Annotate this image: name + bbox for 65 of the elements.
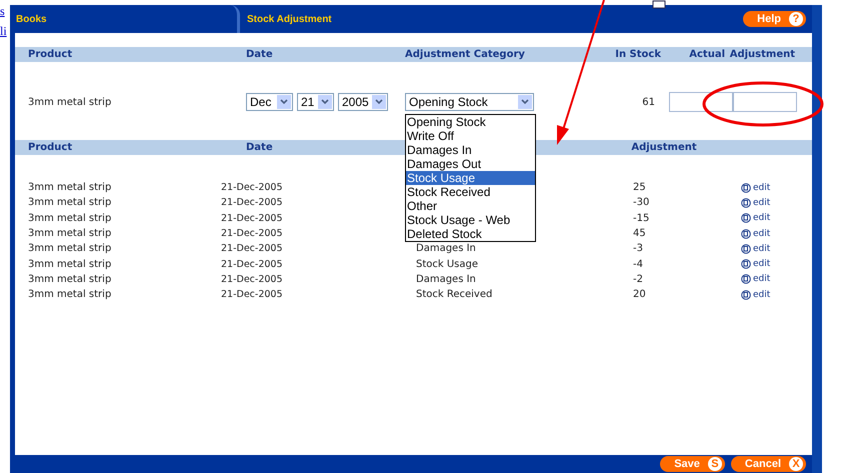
- edit-link[interactable]: edit: [741, 182, 770, 193]
- product-cell-text: 3mm metal strip: [27, 228, 112, 240]
- edit-link[interactable]: edit: [741, 274, 770, 284]
- column-header: Actual: [688, 49, 725, 60]
- adjustment-cell-text: 25: [633, 182, 647, 194]
- product-cell-text: 3mm metal strip: [27, 212, 112, 224]
- column-header: Date: [246, 49, 274, 60]
- in-stock-value: 61: [641, 96, 656, 108]
- column-header: Product: [27, 49, 74, 60]
- edit-icon: [741, 290, 751, 300]
- edit-link[interactable]: edit: [741, 244, 770, 254]
- edit-icon: [741, 259, 751, 270]
- product-cell-text: 3mm metal strip: [27, 258, 112, 270]
- adjustment-cell-text: -4: [633, 258, 644, 270]
- column-header: In Stock: [614, 49, 662, 60]
- column-header: Adjustment: [630, 142, 698, 153]
- adjustment-cell-text: -15: [633, 212, 650, 224]
- category-select[interactable]: Opening Stock: [405, 93, 534, 111]
- date-cell-text: 21-Dec-2005: [221, 274, 284, 285]
- adjustment-cell-text: -3: [633, 243, 644, 254]
- date-cell-text: 21-Dec-2005: [221, 243, 284, 254]
- product-cell-text: 3mm metal strip: [27, 197, 112, 208]
- product-name: 3mm metal strip: [27, 96, 112, 108]
- caret-icon: [375, 99, 383, 105]
- adjustment-cell-text: -30: [633, 197, 650, 208]
- edit-icon: [741, 198, 751, 208]
- adjustment-input[interactable]: [733, 92, 797, 112]
- tab[interactable]: Stock Adjustment: [240, 5, 332, 33]
- date-cell-text: 21-Dec-2005: [221, 258, 284, 270]
- page-link[interactable]: s: [0, 4, 10, 18]
- product-cell-text: 3mm metal strip: [27, 182, 112, 194]
- category-cell-text: Stock Received: [416, 289, 494, 300]
- column-header: Date: [246, 142, 274, 153]
- column-header: Adjustment Category: [405, 49, 526, 60]
- adjustment-cell-text: -2: [633, 274, 644, 285]
- day-select[interactable]: 21: [297, 93, 334, 111]
- edit-link[interactable]: edit: [741, 213, 770, 224]
- dropdown-option[interactable]: Stock Usage: [406, 171, 535, 185]
- actual-input[interactable]: [669, 92, 733, 112]
- edit-icon: [741, 274, 751, 284]
- month-select[interactable]: Dec: [246, 93, 293, 111]
- edit-icon: [741, 213, 751, 224]
- edit-icon: [741, 182, 751, 193]
- date-cell-text: 21-Dec-2005: [221, 289, 284, 300]
- caret-icon: [521, 99, 529, 105]
- category-cell-text: Damages In: [416, 243, 477, 254]
- product-cell-text: 3mm metal strip: [27, 243, 112, 254]
- category-cell-text: Damages In: [416, 274, 477, 285]
- column-header: Adjustment: [728, 49, 796, 60]
- column-header: Product: [27, 142, 74, 153]
- edit-link[interactable]: edit: [741, 228, 770, 239]
- edit-link[interactable]: edit: [741, 198, 770, 208]
- caret-icon: [280, 99, 288, 105]
- edit-icon: [741, 244, 751, 254]
- caret-icon: [321, 99, 329, 105]
- adjustment-cell-text: 20: [633, 289, 647, 300]
- page-link[interactable]: li: [0, 24, 10, 38]
- category-cell-text: Stock Usage: [416, 258, 480, 270]
- product-cell-text: 3mm metal strip: [27, 289, 112, 300]
- edit-icon: [741, 228, 751, 239]
- edit-link[interactable]: edit: [741, 290, 770, 300]
- adjustment-cell-text: 45: [633, 228, 647, 240]
- year-select[interactable]: 2005: [338, 93, 388, 111]
- edit-link[interactable]: edit: [741, 259, 770, 270]
- product-cell-text: 3mm metal strip: [27, 274, 112, 285]
